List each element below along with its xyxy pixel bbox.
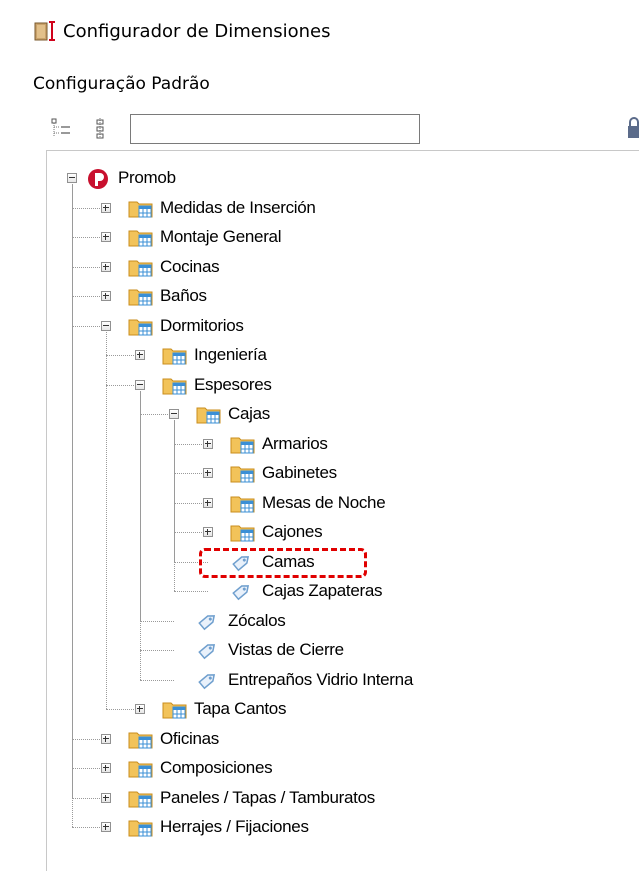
tree-node-label: Ingeniería [194,345,267,364]
tree-node-cajas-zapateras[interactable]: Cajas Zapateras [202,578,622,604]
tree-node-label: Herrajes / Fijaciones [160,817,309,836]
folder-icon [230,521,256,547]
tag-icon [230,580,254,606]
folder-icon [162,374,188,400]
tree-node-banos[interactable]: Baños [100,283,520,309]
tree-node-montaje-general[interactable]: Montaje General [100,224,520,250]
tree-expand-icon[interactable] [50,116,72,140]
tree-node-label: Espesores [194,374,272,394]
tag-icon [196,669,220,695]
expand-toggle-icon[interactable] [101,202,111,213]
folder-icon [162,344,188,370]
tree-node-entrepanos-vidrio-interna[interactable]: Entrepaños Vidrio Interna [168,667,588,693]
tree-node-label: Dormitorios [160,315,244,335]
folder-icon [128,315,154,341]
tree-node-label: Montaje General [160,227,282,246]
tree-node-label: Composiciones [160,758,273,777]
tree-node-label: Zócalos [228,610,286,630]
tree-node-armarios[interactable]: Armarios [202,431,622,457]
collapse-toggle-icon[interactable] [135,379,145,390]
folder-icon [128,728,154,754]
tree-node-label: Cajas Zapateras [262,581,383,600]
expand-toggle-icon[interactable] [203,468,213,478]
folder-icon [128,197,154,223]
tree-node-label: Medidas de Inserción [160,197,316,217]
tree-node-label: Oficinas [160,728,220,748]
tree-node-label: Vistas de Cierre [228,640,344,659]
expand-toggle-icon[interactable] [101,232,111,242]
tree-node-paneles-tapas-tamburatos[interactable]: Paneles / Tapas / Tamburatos [100,785,520,811]
expand-toggle-icon[interactable] [101,291,111,301]
folder-icon [128,787,154,813]
folder-icon [230,492,256,518]
tree-node-composiciones[interactable]: Composiciones [100,755,520,781]
door-ruler-icon [34,21,55,41]
tag-icon [196,610,220,636]
tree-node-cajones[interactable]: Cajones [202,519,622,545]
folder-icon [128,816,154,842]
expand-toggle-icon[interactable] [203,438,213,449]
folder-icon [162,698,188,724]
expand-toggle-icon[interactable] [203,527,213,537]
tree-node-oficinas[interactable]: Oficinas [100,726,520,752]
expand-toggle-icon[interactable] [135,704,145,714]
tree-node-dormitorios[interactable]: Dormitorios [100,313,520,339]
tree-node-zocalos[interactable]: Zócalos [168,608,588,634]
tree-node-label: Mesas de Noche [262,492,386,512]
tree-node-herrajes-fijaciones[interactable]: Herrajes / Fijaciones [100,814,520,840]
expand-toggle-icon[interactable] [101,822,111,832]
folder-icon [128,285,154,311]
collapse-toggle-icon[interactable] [67,173,77,183]
tree-node-cocinas[interactable]: Cocinas [100,254,520,280]
tree-node-medidas-de-insercion[interactable]: Medidas de Inserción [100,195,520,221]
tree-node-label: Cajas [228,404,270,423]
tree-node-tapa-cantos[interactable]: Tapa Cantos [134,696,554,722]
folder-icon [128,256,154,282]
highlight-annotation [199,548,367,578]
folder-icon [196,403,222,429]
folder-icon [230,462,256,488]
window-titlebar: Configurador de Dimensiones [0,0,639,60]
tree-node-mesas-de-noche[interactable]: Mesas de Noche [202,490,622,516]
expand-toggle-icon[interactable] [101,763,111,773]
tree-node-label: Armarios [262,433,328,453]
expand-toggle-icon[interactable] [203,497,213,508]
configuration-label: Configuração Padrão [33,74,210,94]
tree-node-label: Entrepaños Vidrio Interna [228,669,413,689]
tree-node-ingenieria[interactable]: Ingeniería [134,342,554,368]
collapse-toggle-icon[interactable] [169,409,179,419]
tree-node-vistas-de-cierre[interactable]: Vistas de Cierre [168,637,588,663]
folder-icon [128,757,154,783]
tree-node-espesores[interactable]: Espesores [134,372,554,398]
expand-toggle-icon[interactable] [135,350,145,360]
collapse-toggle-icon[interactable] [101,320,111,331]
tag-icon [196,639,220,665]
tree-node-label: Gabinetes [262,463,337,482]
tree-node-label: Tapa Cantos [194,699,287,718]
promob-logo-icon [86,167,110,195]
expand-toggle-icon[interactable] [101,792,111,803]
tree-node-label: Baños [160,286,207,305]
window-title: Configurador de Dimensiones [63,21,331,42]
tree-node-label: Promob [118,168,176,187]
tree-node-promob[interactable]: Promob [66,165,486,191]
folder-icon [128,226,154,252]
tree-node-label: Paneles / Tapas / Tamburatos [160,787,375,807]
expand-toggle-icon[interactable] [101,733,111,744]
folder-icon [230,433,256,459]
tree-node-label: Cajones [262,522,323,541]
search-input[interactable] [130,114,420,144]
tree-collapse-icon[interactable] [92,116,114,140]
lock-icon[interactable] [627,116,639,142]
expand-toggle-icon[interactable] [101,261,111,272]
tree-node-cajas[interactable]: Cajas [168,401,588,427]
tree-toolbar [46,110,639,150]
tree-node-gabinetes[interactable]: Gabinetes [202,460,622,486]
tree-node-label: Cocinas [160,256,220,276]
